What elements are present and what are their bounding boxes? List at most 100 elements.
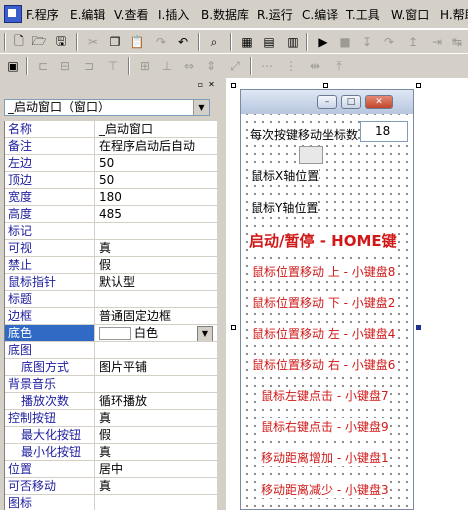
same-height-icon[interactable]: ⇕: [202, 57, 220, 75]
space-h-icon[interactable]: ⋯: [258, 57, 276, 75]
property-row[interactable]: 最小化按钮真: [5, 444, 217, 461]
property-value[interactable]: [96, 223, 217, 239]
pane-splitter[interactable]: [218, 78, 226, 510]
app-icon[interactable]: [4, 5, 22, 23]
menu-run[interactable]: R.运行: [257, 7, 293, 23]
chevron-down-icon[interactable]: ▼: [197, 326, 213, 341]
property-row[interactable]: 背景音乐: [5, 376, 217, 393]
align-center-v-icon[interactable]: ⊟: [56, 57, 74, 75]
align-middle-icon[interactable]: ⊞: [136, 57, 154, 75]
align-left-icon[interactable]: ⊏: [34, 57, 52, 75]
resize-handle[interactable]: [231, 83, 236, 88]
run-icon[interactable]: ▶: [314, 33, 332, 51]
new-file-icon[interactable]: 🗋: [10, 33, 28, 51]
debug-more-icon[interactable]: ↹: [448, 33, 466, 51]
property-value[interactable]: _启动窗口: [96, 121, 217, 137]
pane-close-icon[interactable]: ✕: [207, 80, 216, 89]
layout-list-icon[interactable]: ▥: [284, 33, 302, 51]
property-value[interactable]: 真: [96, 444, 217, 460]
undo-icon[interactable]: ↶: [174, 33, 192, 51]
form-title-bar[interactable]: – □ ✕: [241, 90, 413, 114]
align-right-icon[interactable]: ⊐: [80, 57, 98, 75]
properties-icon[interactable]: ▣: [4, 57, 22, 75]
property-value[interactable]: 在程序启动后自动: [96, 138, 217, 154]
toolbar-grip[interactable]: [4, 33, 6, 51]
redo-icon[interactable]: ↷: [152, 33, 170, 51]
resize-handle[interactable]: [416, 83, 421, 88]
debug-step-into-icon[interactable]: ↧: [358, 33, 376, 51]
minimize-icon[interactable]: –: [317, 95, 337, 109]
pane-restore-icon[interactable]: ▫: [196, 80, 205, 89]
chevron-down-icon[interactable]: ▼: [193, 100, 209, 115]
property-row[interactable]: 左边 50: [5, 155, 217, 172]
property-row[interactable]: 可否移动真: [5, 478, 217, 495]
menu-program[interactable]: F.程序: [26, 7, 59, 23]
property-value[interactable]: 真: [96, 478, 217, 494]
resize-handle[interactable]: [323, 83, 328, 88]
paste-icon[interactable]: 📋: [128, 33, 146, 51]
property-row[interactable]: 备注 在程序启动后自动: [5, 138, 217, 155]
resize-handle[interactable]: [416, 325, 421, 330]
menu-help[interactable]: H.帮助: [440, 7, 468, 23]
property-row[interactable]: 顶边 50: [5, 172, 217, 189]
property-value[interactable]: [96, 495, 217, 510]
property-value[interactable]: 白色 ▼: [96, 325, 217, 341]
space-v-icon[interactable]: ⋮: [282, 57, 300, 75]
property-value[interactable]: 循环播放: [96, 393, 217, 409]
property-value[interactable]: 假: [96, 257, 217, 273]
same-width-icon[interactable]: ⇔: [180, 57, 198, 75]
property-value[interactable]: 50: [96, 155, 217, 171]
property-row[interactable]: 底图: [5, 342, 217, 359]
menu-window[interactable]: W.窗口: [391, 7, 429, 23]
timer-icon[interactable]: [299, 146, 323, 164]
property-value[interactable]: [96, 342, 217, 358]
property-row[interactable]: 标记: [5, 223, 217, 240]
menu-tools[interactable]: T.工具: [346, 7, 380, 23]
same-size-icon[interactable]: ⤢: [226, 57, 244, 75]
property-row[interactable]: 图标: [5, 495, 217, 510]
menu-insert[interactable]: I.插入: [158, 7, 189, 23]
property-row[interactable]: 高度 485: [5, 206, 217, 223]
copy-icon[interactable]: ❐: [106, 33, 124, 51]
center-v-icon[interactable]: ⤒: [330, 57, 348, 75]
property-row[interactable]: 鼠标指针 默认型: [5, 274, 217, 291]
property-row[interactable]: 宽度 180: [5, 189, 217, 206]
property-value[interactable]: 居中: [96, 461, 217, 477]
property-row[interactable]: 边框 普通固定边框: [5, 308, 217, 325]
cut-icon[interactable]: ✂: [84, 33, 102, 51]
layout-split-icon[interactable]: ▤: [260, 33, 278, 51]
debug-step-out-icon[interactable]: ↥: [404, 33, 422, 51]
property-value[interactable]: 50: [96, 172, 217, 188]
property-row[interactable]: 标题: [5, 291, 217, 308]
property-row[interactable]: 禁止假: [5, 257, 217, 274]
property-value[interactable]: [96, 376, 217, 392]
property-row[interactable]: 可视真: [5, 240, 217, 257]
property-value[interactable]: 默认型: [96, 274, 217, 290]
property-value[interactable]: 假: [96, 427, 217, 443]
debug-step-over-icon[interactable]: ↷: [380, 33, 398, 51]
menu-database[interactable]: B.数据库: [201, 7, 249, 23]
close-icon[interactable]: ✕: [365, 95, 393, 109]
object-selector[interactable]: _启动窗口（窗口） ▼: [4, 99, 210, 116]
layout-single-icon[interactable]: ▦: [238, 33, 256, 51]
stop-icon[interactable]: ■: [336, 33, 354, 51]
find-icon[interactable]: ⌕: [205, 33, 223, 51]
property-value[interactable]: 180: [96, 189, 217, 205]
align-bottom-icon[interactable]: ⊥: [158, 57, 176, 75]
align-top-icon[interactable]: ⊤: [104, 57, 122, 75]
property-row[interactable]: 名称 _启动窗口: [5, 121, 217, 138]
resize-handle[interactable]: [231, 325, 236, 330]
save-icon[interactable]: 🖫: [52, 33, 70, 51]
menu-compile[interactable]: C.编译: [302, 7, 338, 23]
maximize-icon[interactable]: □: [341, 95, 361, 109]
property-row[interactable]: 播放次数 循环播放: [5, 393, 217, 410]
property-row[interactable]: 底色 白色 ▼: [5, 325, 217, 342]
property-value[interactable]: 真: [96, 240, 217, 256]
property-value[interactable]: [96, 291, 217, 307]
property-value[interactable]: 图片平铺: [96, 359, 217, 375]
startup-window-form[interactable]: – □ ✕ 每次按键移动坐标数 18 鼠标X轴位置 鼠标Y轴位置 启动/暂停 -…: [240, 89, 414, 510]
property-row[interactable]: 位置 居中: [5, 461, 217, 478]
menu-edit[interactable]: E.编辑: [70, 7, 105, 23]
property-value[interactable]: 真: [96, 410, 217, 426]
menu-view[interactable]: V.查看: [114, 7, 148, 23]
